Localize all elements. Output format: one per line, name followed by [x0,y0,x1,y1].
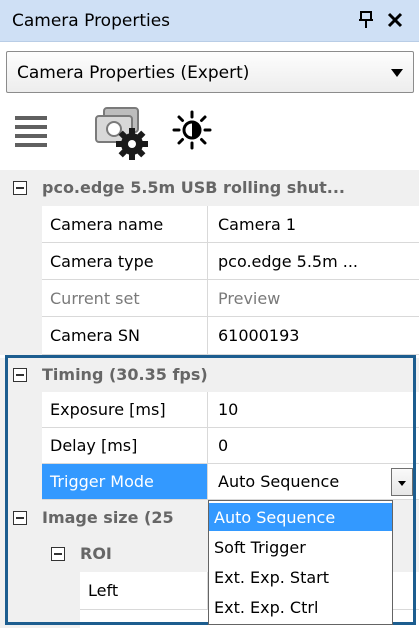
trigger-mode-combo-value[interactable]: Auto Sequence [208,464,419,500]
collapse-toggle[interactable] [13,368,27,382]
property-view-select[interactable]: Camera Properties (Expert) [6,51,414,93]
list-icon[interactable] [14,113,48,147]
trigger-option-auto-sequence[interactable]: Auto Sequence [209,503,392,531]
category-timing[interactable]: Timing (30.35 fps) [0,358,419,392]
camera-settings-icon[interactable] [92,106,150,160]
property-row-camera-sn[interactable]: Camera SN 61000193 [0,317,419,355]
property-view-select-value: Camera Properties (Expert) [17,63,250,83]
property-value[interactable]: 0 [208,428,419,464]
row-gutter [0,610,80,628]
property-row-current-set[interactable]: Current set Preview [0,280,419,317]
row-gutter [0,464,42,500]
collapse-toggle[interactable] [51,547,65,561]
category-label: ROI [80,544,112,563]
property-name: Delay [ms] [42,428,208,464]
property-name: Camera SN [42,317,208,355]
property-row-camera-name[interactable]: Camera name Camera 1 [0,206,419,243]
row-gutter [0,317,42,355]
trigger-option-ext-exp-ctrl[interactable]: Ext. Exp. Ctrl [209,593,392,621]
property-row-camera-type[interactable]: Camera type pco.edge 5.5m ... [0,243,419,280]
property-value[interactable]: 10 [208,392,419,428]
trigger-mode-dropdown-list: Auto Sequence Soft Trigger Ext. Exp. Sta… [208,500,393,625]
category-label: Timing (30.35 fps) [42,365,208,384]
close-icon[interactable] [385,10,405,30]
property-row-delay[interactable]: Delay [ms] 0 [0,428,419,464]
row-gutter [0,428,42,464]
property-value: Preview [208,280,419,317]
collapse-toggle[interactable] [13,511,27,525]
brightness-icon[interactable] [172,110,212,150]
property-name: Left [80,572,208,610]
row-gutter [0,243,42,280]
row-gutter [0,392,42,428]
property-name: Current set [42,280,208,317]
property-name: Trigger Mode [42,464,208,500]
category-label: Image size (25 [42,508,174,527]
row-gutter [0,280,42,317]
row-gutter [0,572,80,610]
property-row-trigger-mode[interactable]: Trigger Mode Auto Sequence [0,464,419,500]
property-value[interactable]: pco.edge 5.5m ... [208,243,419,280]
property-value[interactable]: 61000193 [208,317,419,355]
trigger-option-soft-trigger[interactable]: Soft Trigger [209,533,392,561]
trigger-option-ext-exp-start[interactable]: Ext. Exp. Start [209,563,392,591]
property-value[interactable]: Camera 1 [208,206,419,243]
property-name: Exposure [ms] [42,392,208,428]
row-gutter [0,206,42,243]
category-camera[interactable]: pco.edge 5.5m USB rolling shut... [0,170,419,206]
category-label: pco.edge 5.5m USB rolling shut... [42,178,345,197]
chevron-down-icon [391,69,403,77]
property-row-exposure[interactable]: Exposure [ms] 10 [0,392,419,428]
trigger-mode-dropdown-button[interactable] [391,468,413,496]
property-name: Camera type [42,243,208,280]
panel-title: Camera Properties [12,11,171,31]
property-name: Camera name [42,206,208,243]
collapse-toggle[interactable] [13,181,27,195]
pin-icon[interactable] [357,10,375,30]
